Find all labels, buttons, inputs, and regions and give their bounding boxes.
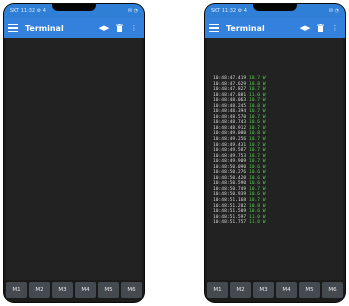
- terminal-timestamp: 10:48:47.419: [213, 76, 249, 81]
- terminal-value: 10.7 W: [248, 87, 266, 93]
- terminal-timestamp: 10:48:50.590: [213, 181, 249, 187]
- terminal-value: 10.8 W: [248, 203, 266, 209]
- terminal-timestamp: 10:48:50.939: [213, 192, 249, 198]
- phone-screen-right: SKT 11:32 ⚙ 4 ✉ ◔ Terminal ◀▶ ⋮ 10:48:47…: [205, 4, 345, 302]
- terminal-value: 10.7 W: [248, 98, 266, 104]
- app-bar: Terminal ◀▶ ⋮: [205, 18, 345, 38]
- more-vert-icon[interactable]: ⋮: [329, 22, 341, 34]
- macro-key-m2[interactable]: M2: [29, 282, 50, 298]
- terminal-timestamp: 10:48:48.743: [213, 120, 249, 126]
- terminal-value: 10.7 W: [248, 159, 266, 165]
- arrows-icon[interactable]: ◀▶: [299, 22, 311, 34]
- terminal-timestamp: 10:48:50.276: [213, 170, 249, 176]
- terminal-timestamp: 10:48:49.753: [213, 153, 249, 159]
- terminal-value: 10.7 W: [248, 198, 266, 204]
- terminal-value: 11.0 W: [248, 92, 266, 98]
- terminal-timestamp: 10:48:47.629: [213, 81, 249, 87]
- terminal-value: 10.7 W: [248, 76, 266, 81]
- macro-key-m4[interactable]: M4: [276, 282, 297, 298]
- terminal-area[interactable]: 10:48:47.419 10.7 W 10:48:47.629 10.8 W 10…: [207, 38, 343, 280]
- macro-key-m1[interactable]: M1: [207, 282, 228, 298]
- terminal-timestamp: 10:48:49.431: [213, 142, 249, 148]
- terminal-area[interactable]: [6, 38, 142, 280]
- terminal-timestamp: 10:48:47.881: [213, 92, 249, 98]
- terminal-timestamp: 10:48:48.245: [213, 103, 249, 109]
- macro-keys-bar: M1 M2 M3 M4 M5 M6: [6, 282, 142, 298]
- terminal-value: 10.7 W: [248, 148, 266, 154]
- terminal-value: 10.6 W: [248, 164, 266, 170]
- terminal-timestamp: 10:48:49.587: [213, 148, 249, 154]
- status-time: SKT 11:32 ⚙ 4: [211, 8, 247, 14]
- app-title: Terminal: [226, 23, 265, 33]
- macro-key-m6[interactable]: M6: [322, 282, 343, 298]
- terminal-timestamp: 10:48:49.256: [213, 137, 249, 143]
- terminal-value: 10.7 W: [248, 109, 266, 115]
- terminal-timestamp: 10:48:48.063: [213, 98, 249, 104]
- status-icons-left: ⚙ 4: [36, 8, 46, 14]
- terminal-value: 10.8 W: [248, 81, 266, 87]
- terminal-line: 10:48:51.757 11.0 W: [213, 220, 266, 226]
- terminal-timestamp: 10:48:51.509: [213, 209, 249, 215]
- macro-key-m3[interactable]: M3: [52, 282, 73, 298]
- terminal-value: 10.8 W: [248, 103, 266, 109]
- status-icons-right: ✉ ◔: [127, 8, 138, 14]
- terminal-value: 10.6 W: [248, 192, 266, 198]
- status-time-text: SKT 11:32: [10, 8, 36, 14]
- macro-key-m6[interactable]: M6: [121, 282, 142, 298]
- terminal-timestamp: 10:48:51.757: [213, 220, 249, 226]
- macro-key-m5[interactable]: M5: [98, 282, 119, 298]
- hamburger-menu-icon[interactable]: [209, 23, 219, 33]
- app-title: Terminal: [25, 23, 64, 33]
- terminal-value: 10.7 W: [248, 137, 266, 143]
- macro-key-m3[interactable]: M3: [253, 282, 274, 298]
- terminal-value: 10.7 W: [248, 153, 266, 159]
- terminal-timestamp: 10:48:49.909: [213, 159, 249, 165]
- status-icons-left: ⚙ 4: [237, 8, 247, 14]
- terminal-value: 10.8 W: [248, 131, 266, 137]
- app-bar: Terminal ◀▶ ⋮: [4, 18, 144, 38]
- terminal-timestamp: 10:48:48.394: [213, 109, 249, 115]
- phone-screen-left: SKT 11:32 ⚙ 4 ✉ ◔ Terminal ◀▶ ⋮ M1 M2 M3…: [4, 4, 144, 302]
- trash-icon[interactable]: [113, 22, 125, 34]
- terminal-timestamp: 10:48:51.282: [213, 203, 249, 209]
- macro-key-m4[interactable]: M4: [75, 282, 96, 298]
- hamburger-menu-icon[interactable]: [8, 23, 18, 33]
- terminal-output: 10:48:47.419 10.7 W 10:48:47.629 10.8 W 10…: [213, 76, 266, 226]
- terminal-timestamp: 10:48:47.827: [213, 87, 249, 93]
- status-time: SKT 11:32 ⚙ 4: [10, 8, 46, 14]
- terminal-value: 10.6 W: [248, 120, 266, 126]
- terminal-timestamp: 10:48:51.168: [213, 198, 249, 204]
- terminal-value: 10.6 W: [248, 170, 266, 176]
- status-time-text: SKT 11:32: [211, 8, 237, 14]
- terminal-value: 10.7 W: [248, 142, 266, 148]
- macro-key-m2[interactable]: M2: [230, 282, 251, 298]
- more-vert-icon[interactable]: ⋮: [128, 22, 140, 34]
- terminal-timestamp: 10:48:50.090: [213, 164, 249, 170]
- terminal-value: 11.0 W: [248, 214, 266, 220]
- macro-keys-bar: M1 M2 M3 M4 M5 M6: [207, 282, 343, 298]
- arrows-icon[interactable]: ◀▶: [98, 22, 110, 34]
- macro-key-m5[interactable]: M5: [299, 282, 320, 298]
- status-icons-right: ✉ ◔: [328, 8, 339, 14]
- terminal-value: 10.6 W: [248, 209, 266, 215]
- terminal-value: 10.6 W: [248, 181, 266, 187]
- macro-key-m1[interactable]: M1: [6, 282, 27, 298]
- camera-notch: [253, 4, 297, 11]
- camera-notch: [52, 4, 96, 11]
- terminal-timestamp: 10:48:49.080: [213, 131, 249, 137]
- terminal-value: 11.0 W: [248, 220, 266, 226]
- terminal-timestamp: 10:48:51.597: [213, 214, 249, 220]
- trash-icon[interactable]: [314, 22, 326, 34]
